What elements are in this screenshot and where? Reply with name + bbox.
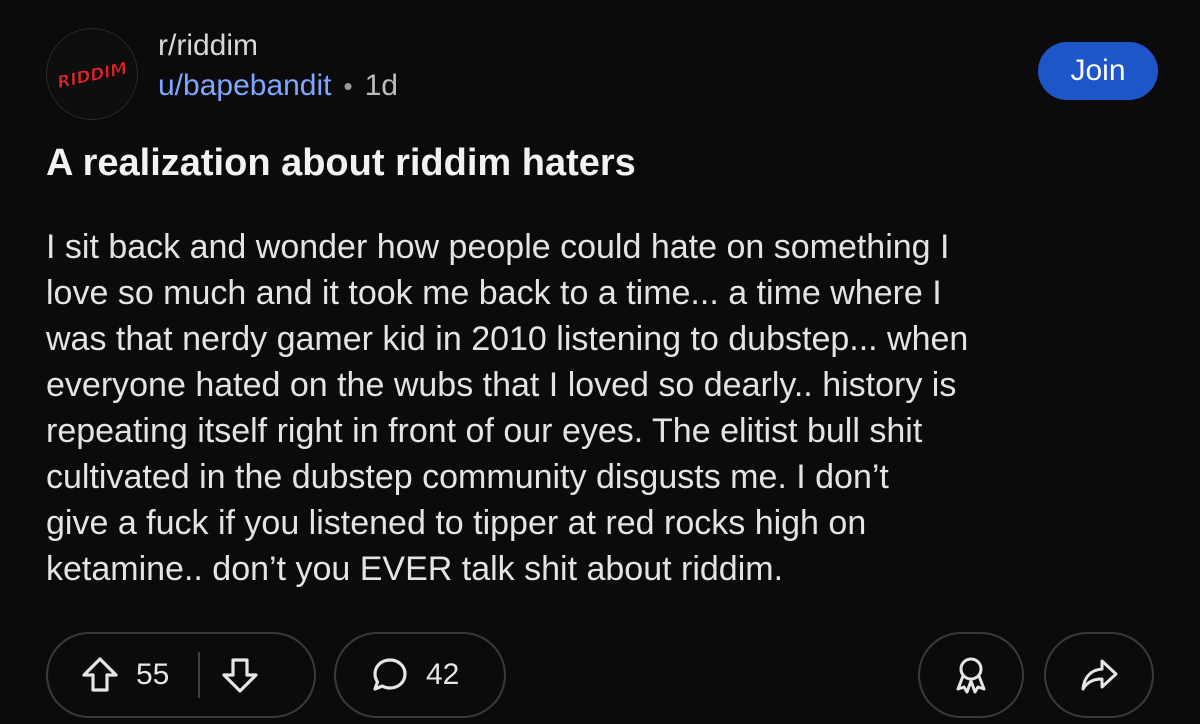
upvote-arrow-icon bbox=[82, 657, 118, 692]
join-button[interactable]: Join bbox=[1038, 42, 1158, 100]
byline: u/bapebandit • 1d bbox=[158, 68, 398, 104]
riddim-logo-icon: RIDDIM bbox=[47, 29, 137, 119]
post-body-line: was that nerdy gamer kid in 2010 listeni… bbox=[46, 320, 969, 358]
post-body-line: I sit back and wonder how people could h… bbox=[46, 228, 950, 266]
post-body: I sit back and wonder how people could h… bbox=[46, 224, 1166, 592]
vote-divider bbox=[198, 652, 200, 698]
share-arrow-icon bbox=[1081, 659, 1118, 691]
author-username[interactable]: u/bapebandit bbox=[158, 68, 332, 104]
post-title: A realization about riddim haters bbox=[46, 142, 636, 184]
post-action-bar: 55 42 bbox=[46, 632, 1154, 720]
vote-score: 55 bbox=[136, 658, 170, 691]
post-header: RIDDIM r/riddim u/bapebandit • 1d Join bbox=[46, 22, 1158, 122]
post-body-line: repeating itself right in front of our e… bbox=[46, 412, 923, 450]
post-meta: r/riddim u/bapebandit • 1d bbox=[158, 28, 398, 104]
post-body-line: ketamine.. don’t you EVER talk shit abou… bbox=[46, 550, 784, 588]
downvote-arrow-icon bbox=[222, 658, 258, 693]
comment-count: 42 bbox=[426, 658, 460, 691]
post-body-line: love so much and it took me back to a ti… bbox=[46, 274, 942, 312]
post-card: RIDDIM r/riddim u/bapebandit • 1d Join A… bbox=[0, 0, 1200, 724]
subreddit-avatar[interactable]: RIDDIM bbox=[46, 28, 138, 120]
post-body-line: give a fuck if you listened to tipper at… bbox=[46, 504, 867, 542]
vote-control: 55 bbox=[46, 632, 316, 718]
post-age: 1d bbox=[364, 69, 398, 102]
post-body-line: everyone hated on the wubs that I loved … bbox=[46, 366, 957, 404]
comments-button[interactable]: 42 bbox=[334, 632, 506, 718]
comment-bubble-icon bbox=[373, 658, 407, 691]
upvote-button[interactable] bbox=[78, 653, 122, 697]
share-button[interactable] bbox=[1044, 632, 1154, 718]
subreddit-name[interactable]: r/riddim bbox=[158, 28, 398, 64]
post-body-line: cultivated in the dubstep community disg… bbox=[46, 458, 889, 496]
downvote-button[interactable] bbox=[218, 653, 262, 697]
award-button[interactable] bbox=[918, 632, 1024, 718]
award-icon bbox=[956, 657, 986, 694]
byline-separator: • bbox=[343, 71, 353, 101]
